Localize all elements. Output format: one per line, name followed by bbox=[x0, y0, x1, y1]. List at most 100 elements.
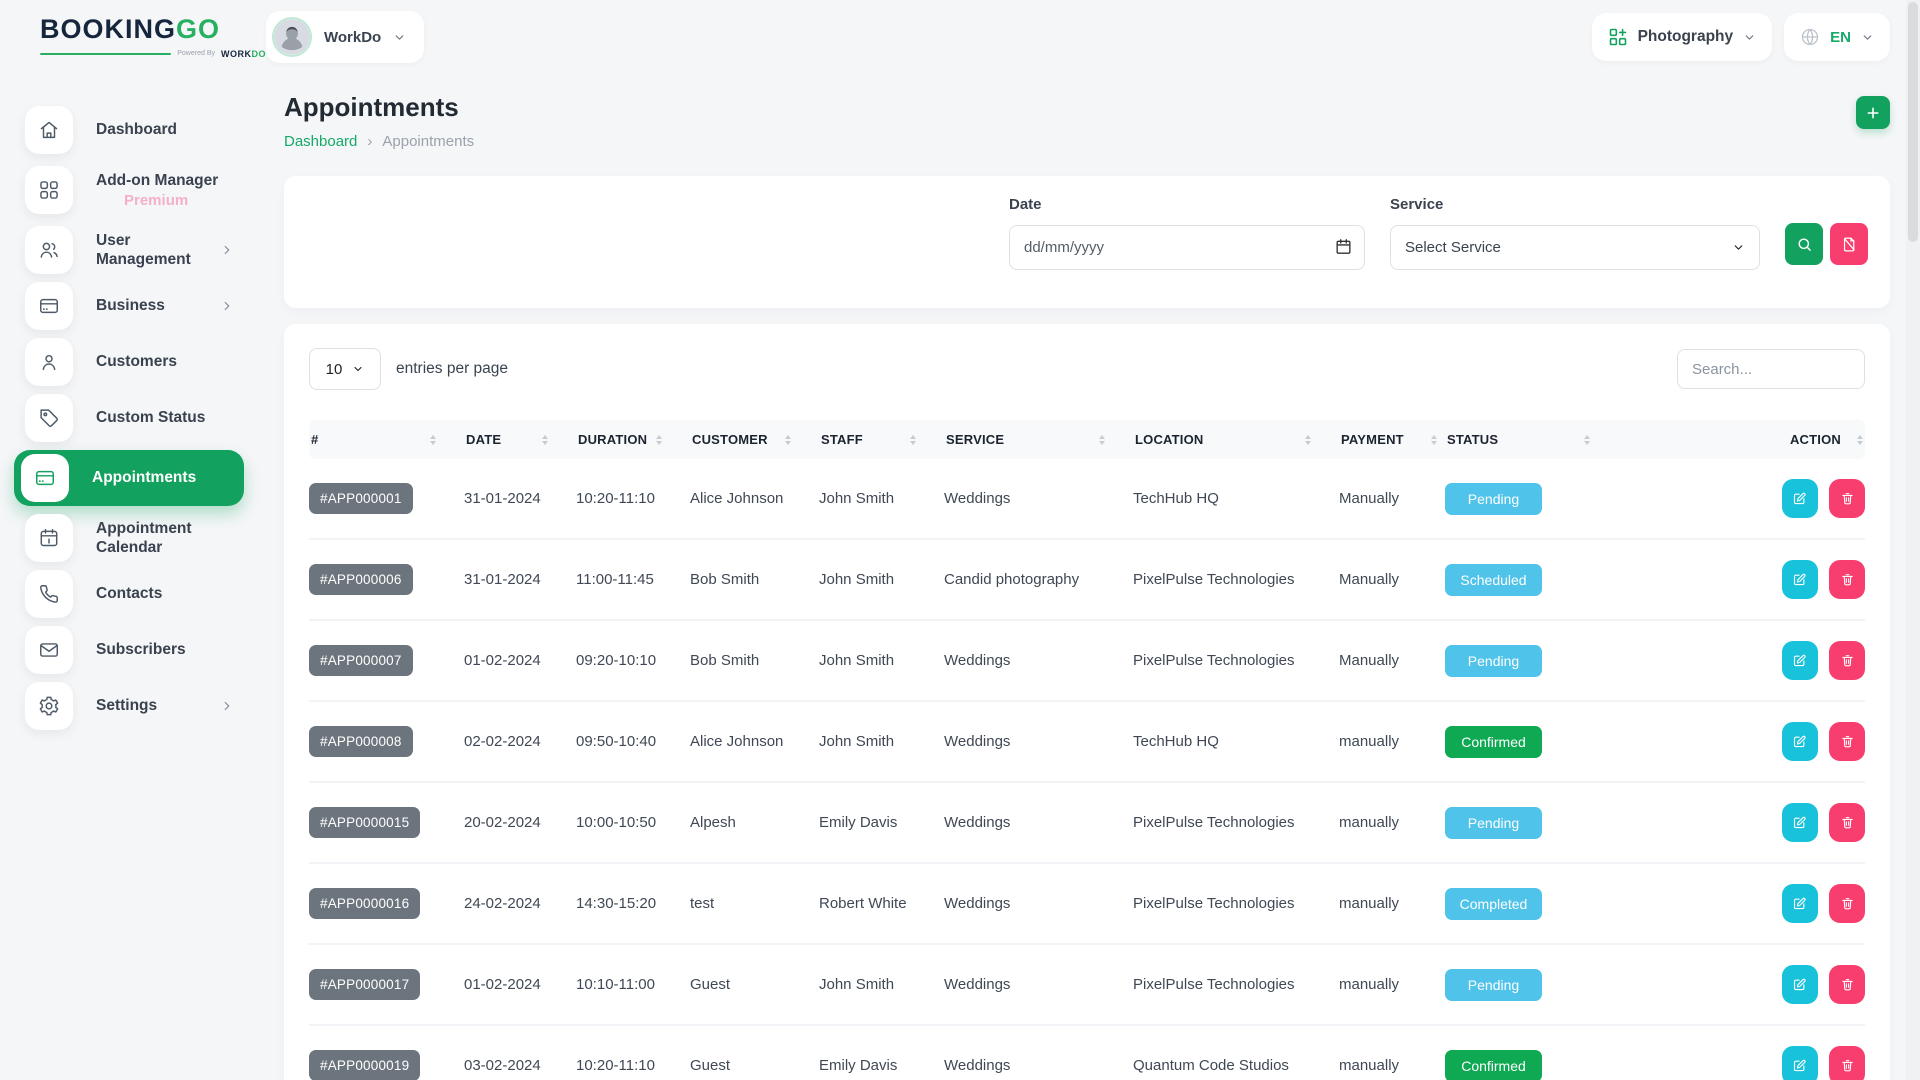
cell-duration: 11:00-11:45 bbox=[576, 539, 690, 620]
filter-reset-button[interactable] bbox=[1830, 223, 1868, 265]
date-input[interactable] bbox=[1009, 225, 1365, 270]
sort-icon bbox=[1584, 435, 1590, 445]
edit-button[interactable] bbox=[1782, 803, 1818, 842]
cell-date: 31-01-2024 bbox=[464, 459, 576, 539]
chevron-down-icon bbox=[352, 363, 364, 375]
status-badge: Completed bbox=[1445, 888, 1542, 920]
header-duration[interactable]: DURATION bbox=[576, 420, 690, 459]
delete-button[interactable] bbox=[1829, 1046, 1865, 1080]
header-action[interactable]: ACTION bbox=[1645, 420, 1865, 459]
header-id[interactable]: # bbox=[309, 420, 464, 459]
sidebar-item-subscribers[interactable]: Subscribers bbox=[25, 626, 240, 674]
sort-icon bbox=[542, 435, 548, 445]
appointment-id-badge: #APP000001 bbox=[309, 483, 413, 514]
cell-location: PixelPulse Technologies bbox=[1133, 620, 1339, 701]
sidebar-item-customers[interactable]: Customers bbox=[25, 338, 240, 386]
chevron-down-icon bbox=[1732, 241, 1745, 254]
filter-search-button[interactable] bbox=[1785, 223, 1823, 265]
service-label: Service bbox=[1390, 196, 1760, 213]
table-row: #APP000001 31-01-2024 10:20-11:10 Alice … bbox=[309, 459, 1865, 539]
table-row: #APP0000015 20-02-2024 10:00-10:50 Alpes… bbox=[309, 782, 1865, 863]
table-header-row: # DATE DURATION CUSTOMER STAFF SERVICE L… bbox=[309, 420, 1865, 459]
sidebar-item-business[interactable]: Business bbox=[25, 282, 240, 330]
sort-icon bbox=[1857, 435, 1863, 445]
delete-button[interactable] bbox=[1829, 641, 1865, 680]
cell-date: 24-02-2024 bbox=[464, 863, 576, 944]
appointments-table-card: 10 entries per page # DATE DURATION CUST bbox=[284, 324, 1890, 1080]
page-scrollbar[interactable] bbox=[1906, 0, 1920, 1080]
sidebar-item-dashboard[interactable]: Dashboard bbox=[25, 106, 240, 154]
scrollbar-thumb[interactable] bbox=[1908, 2, 1918, 242]
edit-pencil-icon bbox=[1792, 572, 1807, 587]
cell-date: 01-02-2024 bbox=[464, 620, 576, 701]
header-customer[interactable]: CUSTOMER bbox=[690, 420, 819, 459]
edit-button[interactable] bbox=[1782, 479, 1818, 518]
globe-icon bbox=[1800, 27, 1820, 47]
header-date[interactable]: DATE bbox=[464, 420, 576, 459]
table-row: #APP0000016 24-02-2024 14:30-15:20 test … bbox=[309, 863, 1865, 944]
calendar-icon[interactable] bbox=[1334, 237, 1353, 256]
gear-icon bbox=[25, 682, 73, 730]
cell-payment: Manually bbox=[1339, 459, 1445, 539]
cell-customer: Bob Smith bbox=[690, 620, 819, 701]
cell-date: 20-02-2024 bbox=[464, 782, 576, 863]
calendar-icon bbox=[25, 514, 73, 562]
header-staff[interactable]: STAFF bbox=[819, 420, 944, 459]
brand-logo[interactable]: BOOKINGGO Powered By WORKDO bbox=[40, 16, 266, 59]
appointment-card-icon bbox=[21, 454, 69, 502]
table-row: #APP000008 02-02-2024 09:50-10:40 Alice … bbox=[309, 701, 1865, 782]
cell-date: 01-02-2024 bbox=[464, 944, 576, 1025]
delete-button[interactable] bbox=[1829, 965, 1865, 1004]
edit-button[interactable] bbox=[1782, 965, 1818, 1004]
add-appointment-button[interactable] bbox=[1856, 96, 1890, 129]
sidebar-item-appointment-calendar[interactable]: Appointment Calendar bbox=[25, 514, 240, 562]
plus-icon bbox=[1865, 105, 1881, 121]
search-icon bbox=[1796, 236, 1813, 253]
header-location[interactable]: LOCATION bbox=[1133, 420, 1339, 459]
chevron-right-icon bbox=[220, 299, 234, 313]
sidebar-item-custom-status[interactable]: Custom Status bbox=[25, 394, 240, 442]
header-status[interactable]: STATUS bbox=[1445, 420, 1645, 459]
chevron-right-icon bbox=[220, 243, 234, 257]
table-search-input[interactable] bbox=[1677, 349, 1865, 389]
workspace-name: WorkDo bbox=[324, 29, 381, 46]
edit-button[interactable] bbox=[1782, 884, 1818, 923]
status-badge: Confirmed bbox=[1445, 726, 1542, 758]
trash-icon bbox=[1840, 815, 1855, 830]
delete-button[interactable] bbox=[1829, 884, 1865, 923]
sidebar-item-contacts[interactable]: Contacts bbox=[25, 570, 240, 618]
grid-plus-icon bbox=[1608, 27, 1628, 47]
edit-button[interactable] bbox=[1782, 641, 1818, 680]
appointment-id-badge: #APP0000017 bbox=[309, 969, 420, 1000]
header-payment[interactable]: PAYMENT bbox=[1339, 420, 1445, 459]
module-dropdown[interactable]: Photography bbox=[1592, 13, 1773, 61]
cell-service: Weddings bbox=[944, 1025, 1133, 1080]
cell-customer: test bbox=[690, 863, 819, 944]
delete-button[interactable] bbox=[1829, 803, 1865, 842]
sidebar-item-user-management[interactable]: User Management bbox=[25, 226, 240, 274]
service-select[interactable]: Select Service bbox=[1390, 225, 1760, 270]
delete-button[interactable] bbox=[1829, 479, 1865, 518]
language-dropdown[interactable]: EN bbox=[1784, 13, 1890, 61]
workspace-dropdown[interactable]: WorkDo bbox=[266, 11, 424, 63]
chevron-right-icon bbox=[220, 699, 234, 713]
cell-customer: Bob Smith bbox=[690, 539, 819, 620]
header-service[interactable]: SERVICE bbox=[944, 420, 1133, 459]
sidebar-item-settings[interactable]: Settings bbox=[25, 682, 240, 730]
delete-button[interactable] bbox=[1829, 722, 1865, 761]
edit-button[interactable] bbox=[1782, 1046, 1818, 1080]
cell-location: PixelPulse Technologies bbox=[1133, 539, 1339, 620]
edit-button[interactable] bbox=[1782, 722, 1818, 761]
trash-icon bbox=[1840, 734, 1855, 749]
cell-customer: Guest bbox=[690, 1025, 819, 1080]
sidebar-item-appointments[interactable]: Appointments bbox=[14, 450, 244, 506]
cell-service: Weddings bbox=[944, 459, 1133, 539]
trash-icon bbox=[1840, 1058, 1855, 1073]
edit-button[interactable] bbox=[1782, 560, 1818, 599]
status-badge: Pending bbox=[1445, 807, 1542, 839]
sidebar-item-addon-manager[interactable]: Add-on Manager Premium bbox=[25, 162, 240, 218]
breadcrumb-dashboard-link[interactable]: Dashboard bbox=[284, 133, 357, 150]
delete-button[interactable] bbox=[1829, 560, 1865, 599]
sidebar: Dashboard Add-on Manager Premium User Ma… bbox=[0, 74, 264, 1080]
page-size-select[interactable]: 10 bbox=[309, 348, 381, 390]
